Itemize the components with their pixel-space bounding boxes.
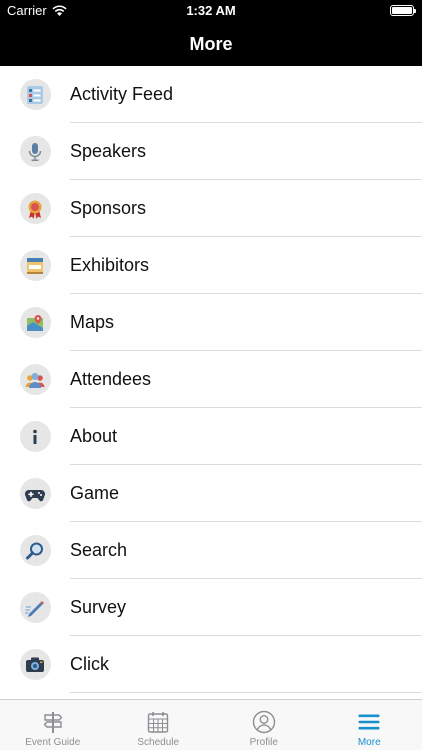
calendar-icon: [148, 712, 169, 733]
menu-item-label: Sponsors: [70, 198, 147, 218]
menu-item-speakers[interactable]: Speakers: [0, 123, 422, 180]
menu-item-label: Activity Feed: [70, 84, 174, 104]
menu-icon: [358, 714, 380, 730]
map-icon: [19, 307, 51, 338]
menu-item-label: Search: [70, 540, 128, 560]
camera-icon: [19, 649, 51, 680]
tab-label: Schedule: [137, 737, 180, 748]
menu-item-game[interactable]: Game: [0, 465, 422, 522]
menu-item-label: Exhibitors: [70, 255, 150, 275]
people-icon: [19, 364, 51, 395]
menu-item-label: Click: [70, 654, 109, 674]
menu-item-label: Maps: [70, 312, 115, 332]
more-menu-list: Activity Feed Speakers Sponsors Exhibito…: [0, 66, 422, 699]
page-title: More: [189, 34, 233, 54]
booth-icon: [19, 250, 51, 281]
menu-item-maps[interactable]: Maps: [0, 294, 422, 351]
menu-item-label: Attendees: [70, 369, 152, 389]
tab-more[interactable]: More: [317, 700, 422, 750]
menu-item-label: Speakers: [70, 141, 147, 161]
tab-bar: Event Guide Schedule Profile More: [0, 699, 422, 750]
menu-item-sponsors[interactable]: Sponsors: [0, 180, 422, 237]
gamepad-icon: [19, 478, 51, 509]
menu-item-about[interactable]: About: [0, 408, 422, 465]
menu-item-click[interactable]: Click: [0, 636, 422, 693]
activity-feed-icon: [19, 79, 51, 110]
battery-icon: [390, 5, 416, 16]
menu-item-attendees[interactable]: Attendees: [0, 351, 422, 408]
menu-item-survey[interactable]: Survey: [0, 579, 422, 636]
magnifier-icon: [19, 535, 51, 566]
microphone-icon: [19, 136, 51, 167]
tab-schedule[interactable]: Schedule: [106, 700, 212, 750]
navigation-bar: More: [0, 22, 422, 66]
ribbon-award-icon: [19, 193, 51, 224]
tab-label: Profile: [249, 737, 278, 748]
signpost-icon: [43, 712, 63, 733]
tab-label: More: [357, 737, 381, 748]
menu-item-label: Survey: [70, 597, 127, 617]
tab-profile[interactable]: Profile: [211, 700, 317, 750]
menu-item-exhibitors[interactable]: Exhibitors: [0, 237, 422, 294]
status-bar: Carrier 1:32 AM: [0, 0, 422, 22]
person-icon: [252, 710, 275, 734]
menu-item-label: Game: [70, 483, 120, 503]
menu-item-label: About: [70, 426, 118, 446]
menu-item-activity-feed[interactable]: Activity Feed: [0, 66, 422, 123]
tab-label: Event Guide: [25, 737, 81, 748]
menu-item-search[interactable]: Search: [0, 522, 422, 579]
tab-event-guide[interactable]: Event Guide: [0, 700, 106, 750]
status-time: 1:32 AM: [186, 3, 236, 18]
info-icon: [19, 421, 51, 452]
pencil-icon: [19, 592, 51, 623]
